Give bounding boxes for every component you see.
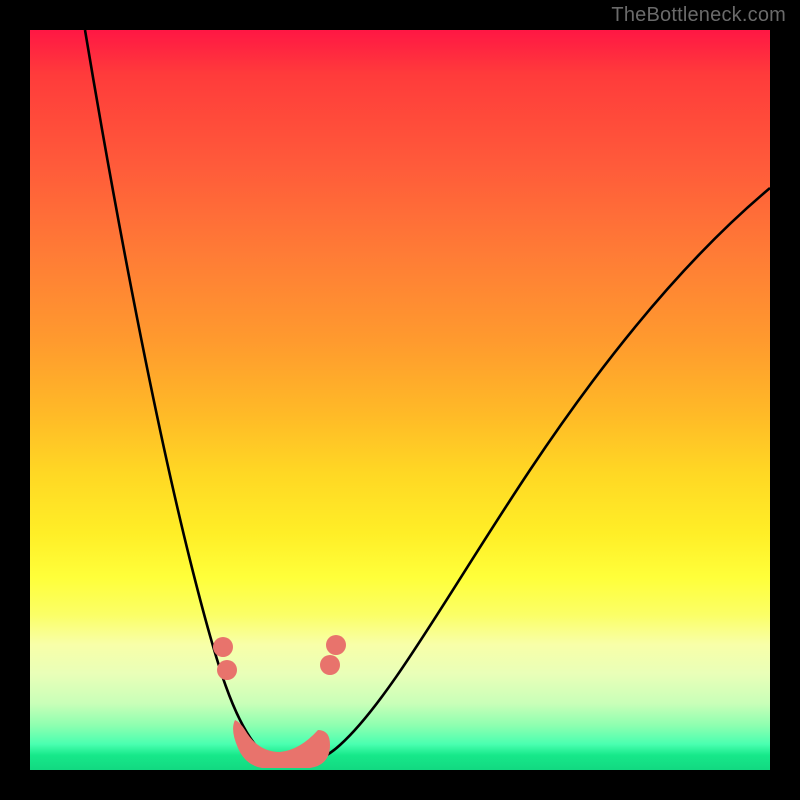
bottleneck-curve bbox=[30, 30, 770, 770]
chart-frame: TheBottleneck.com bbox=[0, 0, 800, 800]
watermark-text: TheBottleneck.com bbox=[611, 4, 786, 27]
plot-area bbox=[30, 30, 770, 770]
curve-path bbox=[85, 30, 770, 765]
